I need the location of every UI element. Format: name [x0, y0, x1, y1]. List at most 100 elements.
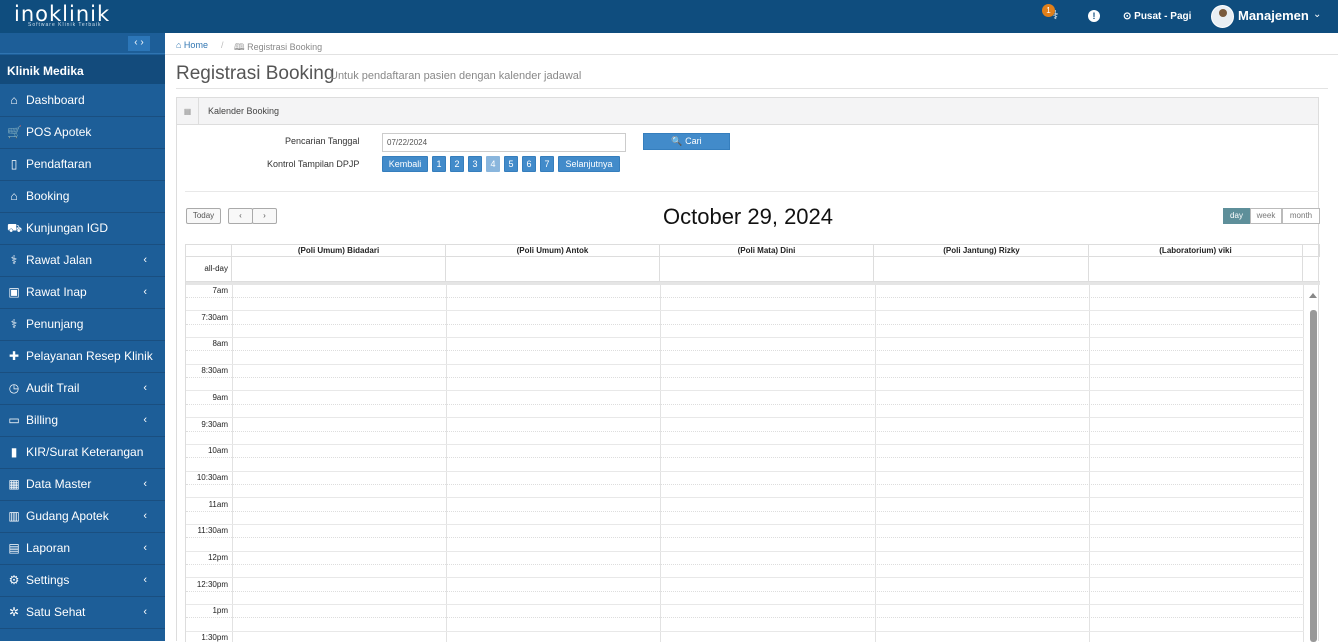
sidebar-item-booking[interactable]: ⌂ Booking [0, 181, 165, 213]
sidebar-item-audit-trail[interactable]: ◷ Audit Trail ‹ [0, 373, 165, 405]
sidebar-item-label: Billing [26, 413, 59, 427]
time-slot[interactable] [186, 459, 1304, 472]
sidebar-item-label: Rawat Jalan [26, 253, 93, 267]
date-search-input[interactable]: 07/22/2024 [382, 133, 626, 152]
clipboard-icon: ▯ [10, 157, 18, 171]
time-slot[interactable] [186, 298, 1304, 312]
allday-cell[interactable] [1089, 257, 1303, 282]
main-content: ⌂ Home / 🕮 Registrasi Booking Registrasi… [165, 33, 1338, 642]
resource-header-row: (Poli Umum) Bidadari (Poli Umum) Antok (Po… [186, 244, 1320, 257]
breadcrumb-home-link[interactable]: ⌂ Home [176, 40, 208, 50]
time-slot[interactable] [186, 405, 1304, 419]
dpjp-page-kembali[interactable]: Kembali [382, 156, 428, 172]
time-slot[interactable] [186, 552, 1304, 565]
avatar[interactable] [1211, 5, 1234, 28]
scrollbar[interactable] [1310, 310, 1317, 642]
time-slot[interactable] [186, 592, 1304, 606]
clock-icon: ◷ [8, 381, 20, 395]
time-slot[interactable] [186, 512, 1304, 525]
dpjp-page-selanjutnya[interactable]: Selanjutnya [558, 156, 620, 172]
sidebar-item-dashboard[interactable]: ⌂ Dashboard [0, 85, 165, 117]
allday-cell[interactable] [232, 257, 446, 282]
medkit-icon: ✚ [8, 349, 20, 363]
time-slot[interactable] [186, 312, 1304, 325]
dpjp-page-2[interactable]: 2 [450, 156, 464, 172]
branch-shift-selector[interactable]: ⊙ Pusat - Pagi [1123, 11, 1191, 22]
allday-cell[interactable] [660, 257, 874, 282]
resource-column-header: (Laboratorium) viki [1089, 245, 1303, 257]
allday-cell[interactable] [446, 257, 660, 282]
time-slot[interactable] [186, 485, 1304, 499]
hospital-icon: ▣ [8, 285, 20, 299]
view-day-button[interactable]: day [1223, 208, 1250, 224]
time-label: 9am [212, 392, 228, 402]
sidebar-item-pos-apotek[interactable]: 🛒 POS Apotek [0, 117, 165, 149]
today-button[interactable]: Today [186, 208, 221, 224]
time-slot[interactable] [186, 378, 1304, 392]
divider [185, 191, 1319, 192]
sidebar-item-rawat-inap[interactable]: ▣ Rawat Inap ‹ [0, 277, 165, 309]
chevron-down-icon[interactable]: ⌄ [1313, 9, 1321, 20]
grid-icon: ▦ [8, 477, 20, 491]
time-slot[interactable] [186, 445, 1304, 459]
stethoscope-icon: ⚕ [10, 317, 18, 331]
time-slot[interactable] [186, 338, 1304, 352]
dpjp-page-4[interactable]: 4 [486, 156, 500, 172]
search-button[interactable]: 🔍 Cari [643, 133, 730, 150]
time-slot[interactable] [186, 499, 1304, 512]
scroll-up-arrow[interactable] [1309, 293, 1317, 298]
sidebar-collapse-button[interactable]: ‹ › [128, 36, 150, 51]
sidebar-item-billing[interactable]: ▭ Billing ‹ [0, 405, 165, 437]
sidebar-item-penunjang[interactable]: ⚕ Penunjang [0, 309, 165, 341]
panel-title: Kalender Booking [208, 106, 280, 116]
sidebar-item-kunjungan-igd[interactable]: ⛟ Kunjungan IGD [0, 213, 165, 245]
sidebar-item-pelayanan-resep-klinik[interactable]: ✚ Pelayanan Resep Klinik [0, 341, 165, 373]
sidebar-item-satu-sehat[interactable]: ✲ Satu Sehat ‹ [0, 597, 165, 629]
time-slot[interactable] [186, 392, 1304, 405]
sidebar-item-rawat-jalan[interactable]: ⚕ Rawat Jalan ‹ [0, 245, 165, 277]
dpjp-page-7[interactable]: 7 [540, 156, 554, 172]
prev-button[interactable]: ‹ [228, 208, 253, 224]
time-slot[interactable] [186, 619, 1304, 632]
panel-header: ▦ Kalender Booking [177, 98, 1318, 125]
sidebar-item-gudang-apotek[interactable]: ▥ Gudang Apotek ‹ [0, 501, 165, 533]
resource-column-header: (Poli Jantung) Rizky [875, 245, 1089, 257]
alert-icon[interactable]: ! [1088, 10, 1100, 22]
time-slot[interactable] [186, 579, 1304, 592]
chevron-left-icon: ‹ [143, 286, 147, 298]
time-slot[interactable] [186, 365, 1304, 379]
time-label: 1pm [212, 606, 228, 616]
user-menu[interactable]: Manajemen [1238, 8, 1309, 23]
time-slot[interactable] [186, 565, 1304, 579]
time-slot[interactable] [186, 539, 1304, 552]
sidebar-item-kir-surat-keterangan[interactable]: ▮ KIR/Surat Keterangan [0, 437, 165, 469]
sidebar-toggle-bar: ‹ › [0, 33, 165, 54]
time-slot[interactable] [186, 285, 1304, 298]
time-slot[interactable] [186, 325, 1304, 339]
sidebar-item-label: Satu Sehat [26, 605, 86, 619]
page-title: Registrasi Booking [176, 63, 335, 84]
next-button[interactable]: › [252, 208, 277, 224]
sidebar-item-settings[interactable]: ⚙ Settings ‹ [0, 565, 165, 597]
time-slot[interactable] [186, 432, 1304, 445]
clinic-name: Klinik Medika [0, 55, 165, 84]
sidebar-item-pendaftaran[interactable]: ▯ Pendaftaran [0, 149, 165, 181]
sidebar-item-data-master[interactable]: ▦ Data Master ‹ [0, 469, 165, 501]
time-slot[interactable] [186, 605, 1304, 619]
time-slot[interactable] [186, 419, 1304, 432]
sidebar-item-laporan[interactable]: ▤ Laporan ‹ [0, 533, 165, 565]
dpjp-page-5[interactable]: 5 [504, 156, 518, 172]
time-slot[interactable] [186, 525, 1304, 539]
dpjp-page-6[interactable]: 6 [522, 156, 536, 172]
view-week-button[interactable]: week [1250, 208, 1282, 224]
chevron-left-icon: ‹ [143, 478, 147, 490]
time-slot[interactable] [186, 352, 1304, 365]
view-month-button[interactable]: month [1282, 208, 1320, 224]
sidebar-item-label: KIR/Surat Keterangan [26, 445, 144, 459]
time-label: 9:30am [201, 419, 228, 429]
dpjp-page-1[interactable]: 1 [432, 156, 446, 172]
allday-cell[interactable] [875, 257, 1089, 282]
time-slot[interactable] [186, 472, 1304, 485]
atom-icon: ✲ [8, 605, 20, 619]
dpjp-page-3[interactable]: 3 [468, 156, 482, 172]
